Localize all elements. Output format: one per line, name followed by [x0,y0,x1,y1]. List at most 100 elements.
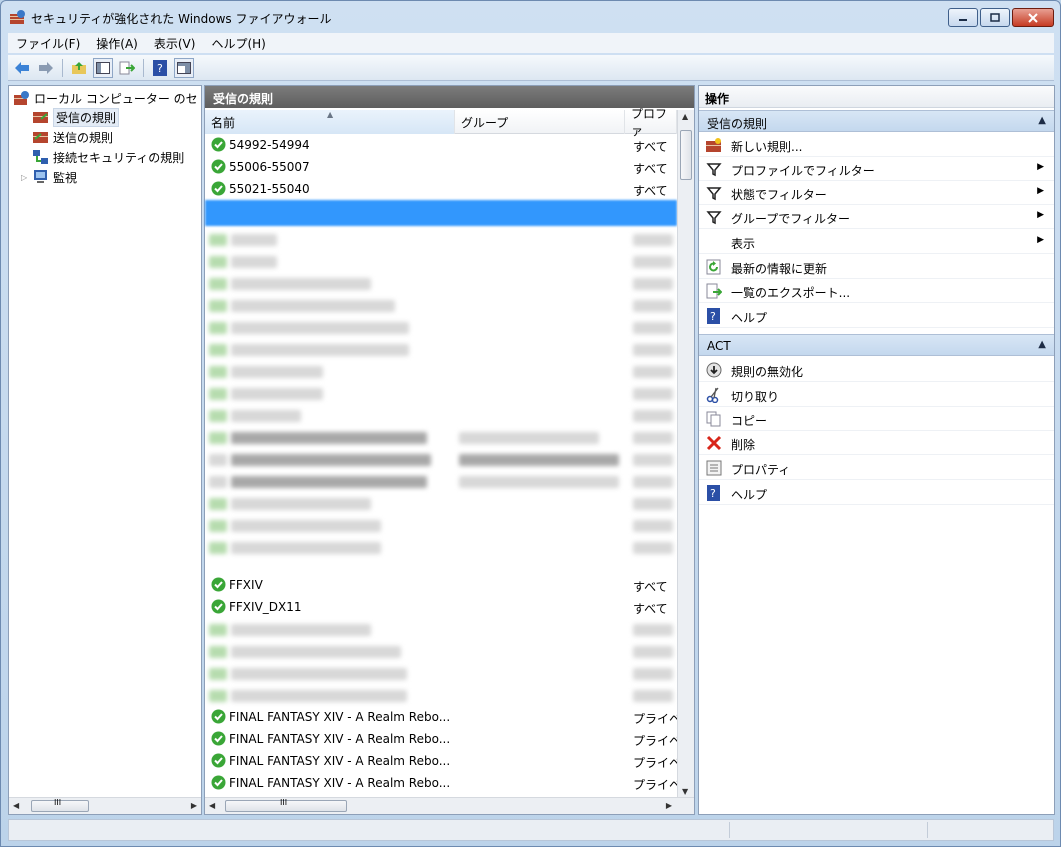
submenu-arrow-icon: ▶ [1037,235,1044,245]
column-group[interactable]: グループ [455,110,625,134]
actions-title: 操作 [699,86,1054,108]
refresh-icon [706,259,721,275]
monitoring-icon [34,170,47,183]
action-export-list[interactable]: 一覧のエクスポート... [699,279,1054,303]
list-vertical-scrollbar[interactable]: ▲ ▼ [677,110,694,798]
filter-icon [706,163,722,177]
menu-bar: ファイル(F) 操作(A) 表示(V) ヘルプ(H) [8,33,1054,53]
check-enabled-icon [211,159,226,174]
tree-root[interactable]: ローカル コンピューター のセ [14,89,198,107]
section-inbound-rules[interactable]: 受信の規則 ▲ [699,110,1054,132]
window-title: セキュリティが強化された Windows ファイアウォール [31,12,332,26]
close-button[interactable] [1012,8,1054,27]
action-disable-rule[interactable]: 規則の無効化 [699,358,1054,382]
table-row[interactable]: FFXIV_DX11 すべて [205,596,677,618]
console-tree-pane: ローカル コンピューター のセ 受信の規則 送信の規則 接続セキュリティの規則 … [8,85,202,815]
action-refresh[interactable]: 最新の情報に更新 [699,255,1054,279]
sort-up-icon: ▲ [327,110,334,119]
scroll-thumb[interactable]: III [31,798,89,812]
table-row[interactable]: 55021-55040 すべて [205,178,677,200]
tree-item-monitoring[interactable]: ▷ 監視 [21,168,77,186]
action-filter-state[interactable]: 状態でフィルター ▶ [699,181,1054,205]
menu-help[interactable]: ヘルプ(H) [203,35,273,52]
check-enabled-icon [211,577,226,592]
tree-item-connection-security[interactable]: 接続セキュリティの規則 [33,148,184,166]
action-view[interactable]: 表示 ▶ [699,230,1054,254]
table-row[interactable]: FINAL FANTASY XIV - A Realm Rebo... プライベ [205,750,681,772]
export-icon [119,61,135,74]
section-act[interactable]: ACT ▲ [699,334,1054,356]
check-enabled-icon [211,731,226,746]
forward-button[interactable] [36,58,56,78]
maximize-icon [990,13,1000,22]
action-properties[interactable]: プロパティ [699,456,1054,480]
toolbar-separator [143,58,144,77]
status-divider [927,822,928,838]
show-hide-tree-button[interactable] [93,57,113,78]
table-row[interactable]: FINAL FANTASY XIV - A Realm Rebo... プライベ [205,772,681,794]
scroll-up-icon[interactable]: ▲ [682,112,688,121]
firewall-icon [14,91,29,105]
table-row[interactable]: FFXIV すべて [205,574,677,596]
properties-icon [706,460,722,476]
submenu-arrow-icon: ▶ [1037,162,1044,172]
menu-file[interactable]: ファイル(F) [8,35,88,52]
action-new-rule[interactable]: 新しい規則... [699,133,1054,157]
forward-arrow-icon [39,61,53,74]
up-folder-button[interactable] [69,58,89,78]
new-rule-icon [706,138,721,152]
scroll-thumb[interactable] [680,130,692,180]
back-button[interactable] [12,58,32,78]
check-enabled-icon [211,753,226,768]
minimize-icon [959,18,967,21]
table-row[interactable]: FINAL FANTASY XIV - A Realm Rebo... プライベ [205,706,681,728]
svg-text:?: ? [157,62,163,75]
show-hide-action-pane-button[interactable] [174,57,194,78]
firewall-app-icon [10,10,25,24]
rules-rows: 54992-54994 すべて 55006-55007 すべて 55021-55… [205,134,681,794]
scroll-down-icon[interactable]: ▼ [682,787,688,796]
copy-icon [706,411,721,427]
menu-view[interactable]: 表示(V) [146,35,204,52]
column-profile[interactable]: プロファ [625,107,677,138]
title-bar[interactable]: セキュリティが強化された Windows ファイアウォール [1,1,1060,33]
action-help-2[interactable]: ? ヘルプ [699,481,1054,505]
action-help[interactable]: ? ヘルプ [699,304,1054,328]
action-filter-profile[interactable]: プロファイルでフィルター ▶ [699,157,1054,181]
action-filter-group[interactable]: グループでフィルター ▶ [699,205,1054,229]
submenu-arrow-icon: ▶ [1037,210,1044,220]
disable-rule-icon [706,362,722,378]
expand-arrow-icon[interactable]: ▷ [21,173,33,182]
check-enabled-icon [211,137,226,152]
scroll-right-icon[interactable]: ▶ [191,801,197,810]
export-list-button[interactable] [117,58,137,78]
list-title: 受信の規則 [205,86,694,108]
tree-item-outbound[interactable]: 送信の規則 [33,128,113,146]
collapse-up-icon[interactable]: ▲ [1038,115,1046,126]
column-headers: 名前 ▲ グループ プロファ [205,107,677,138]
check-enabled-icon [211,599,226,614]
export-icon [706,283,722,299]
scroll-left-icon[interactable]: ◀ [209,801,215,810]
toolbar: ? [8,55,1054,81]
list-horizontal-scrollbar[interactable]: ◀ III ▶ [205,797,694,814]
actions-pane: 操作 受信の規則 ▲ 新しい規則... プロファイルでフィルター ▶ 状態でフィ… [698,85,1055,815]
table-row[interactable]: FINAL FANTASY XIV - A Realm Rebo... プライベ [205,728,681,750]
inbound-rules-icon [33,112,48,123]
table-row[interactable]: 54992-54994 すべて [205,134,677,156]
scroll-thumb[interactable]: III [225,798,347,812]
menu-action[interactable]: 操作(A) [88,35,146,52]
collapse-up-icon[interactable]: ▲ [1038,339,1046,350]
scroll-right-icon[interactable]: ▶ [666,801,672,810]
table-row[interactable]: 55006-55007 すべて [205,156,677,178]
selected-row[interactable] [205,200,677,226]
tree-item-inbound[interactable]: 受信の規則 [33,107,120,127]
action-copy[interactable]: コピー [699,407,1054,431]
tree-horizontal-scrollbar[interactable]: ◀ III ▶ [9,797,201,814]
maximize-button[interactable] [980,8,1010,27]
action-cut[interactable]: 切り取り [699,383,1054,407]
minimize-button[interactable] [948,8,978,27]
scroll-left-icon[interactable]: ◀ [13,801,19,810]
help-button[interactable]: ? [150,58,170,78]
action-delete[interactable]: 削除 [699,431,1054,455]
